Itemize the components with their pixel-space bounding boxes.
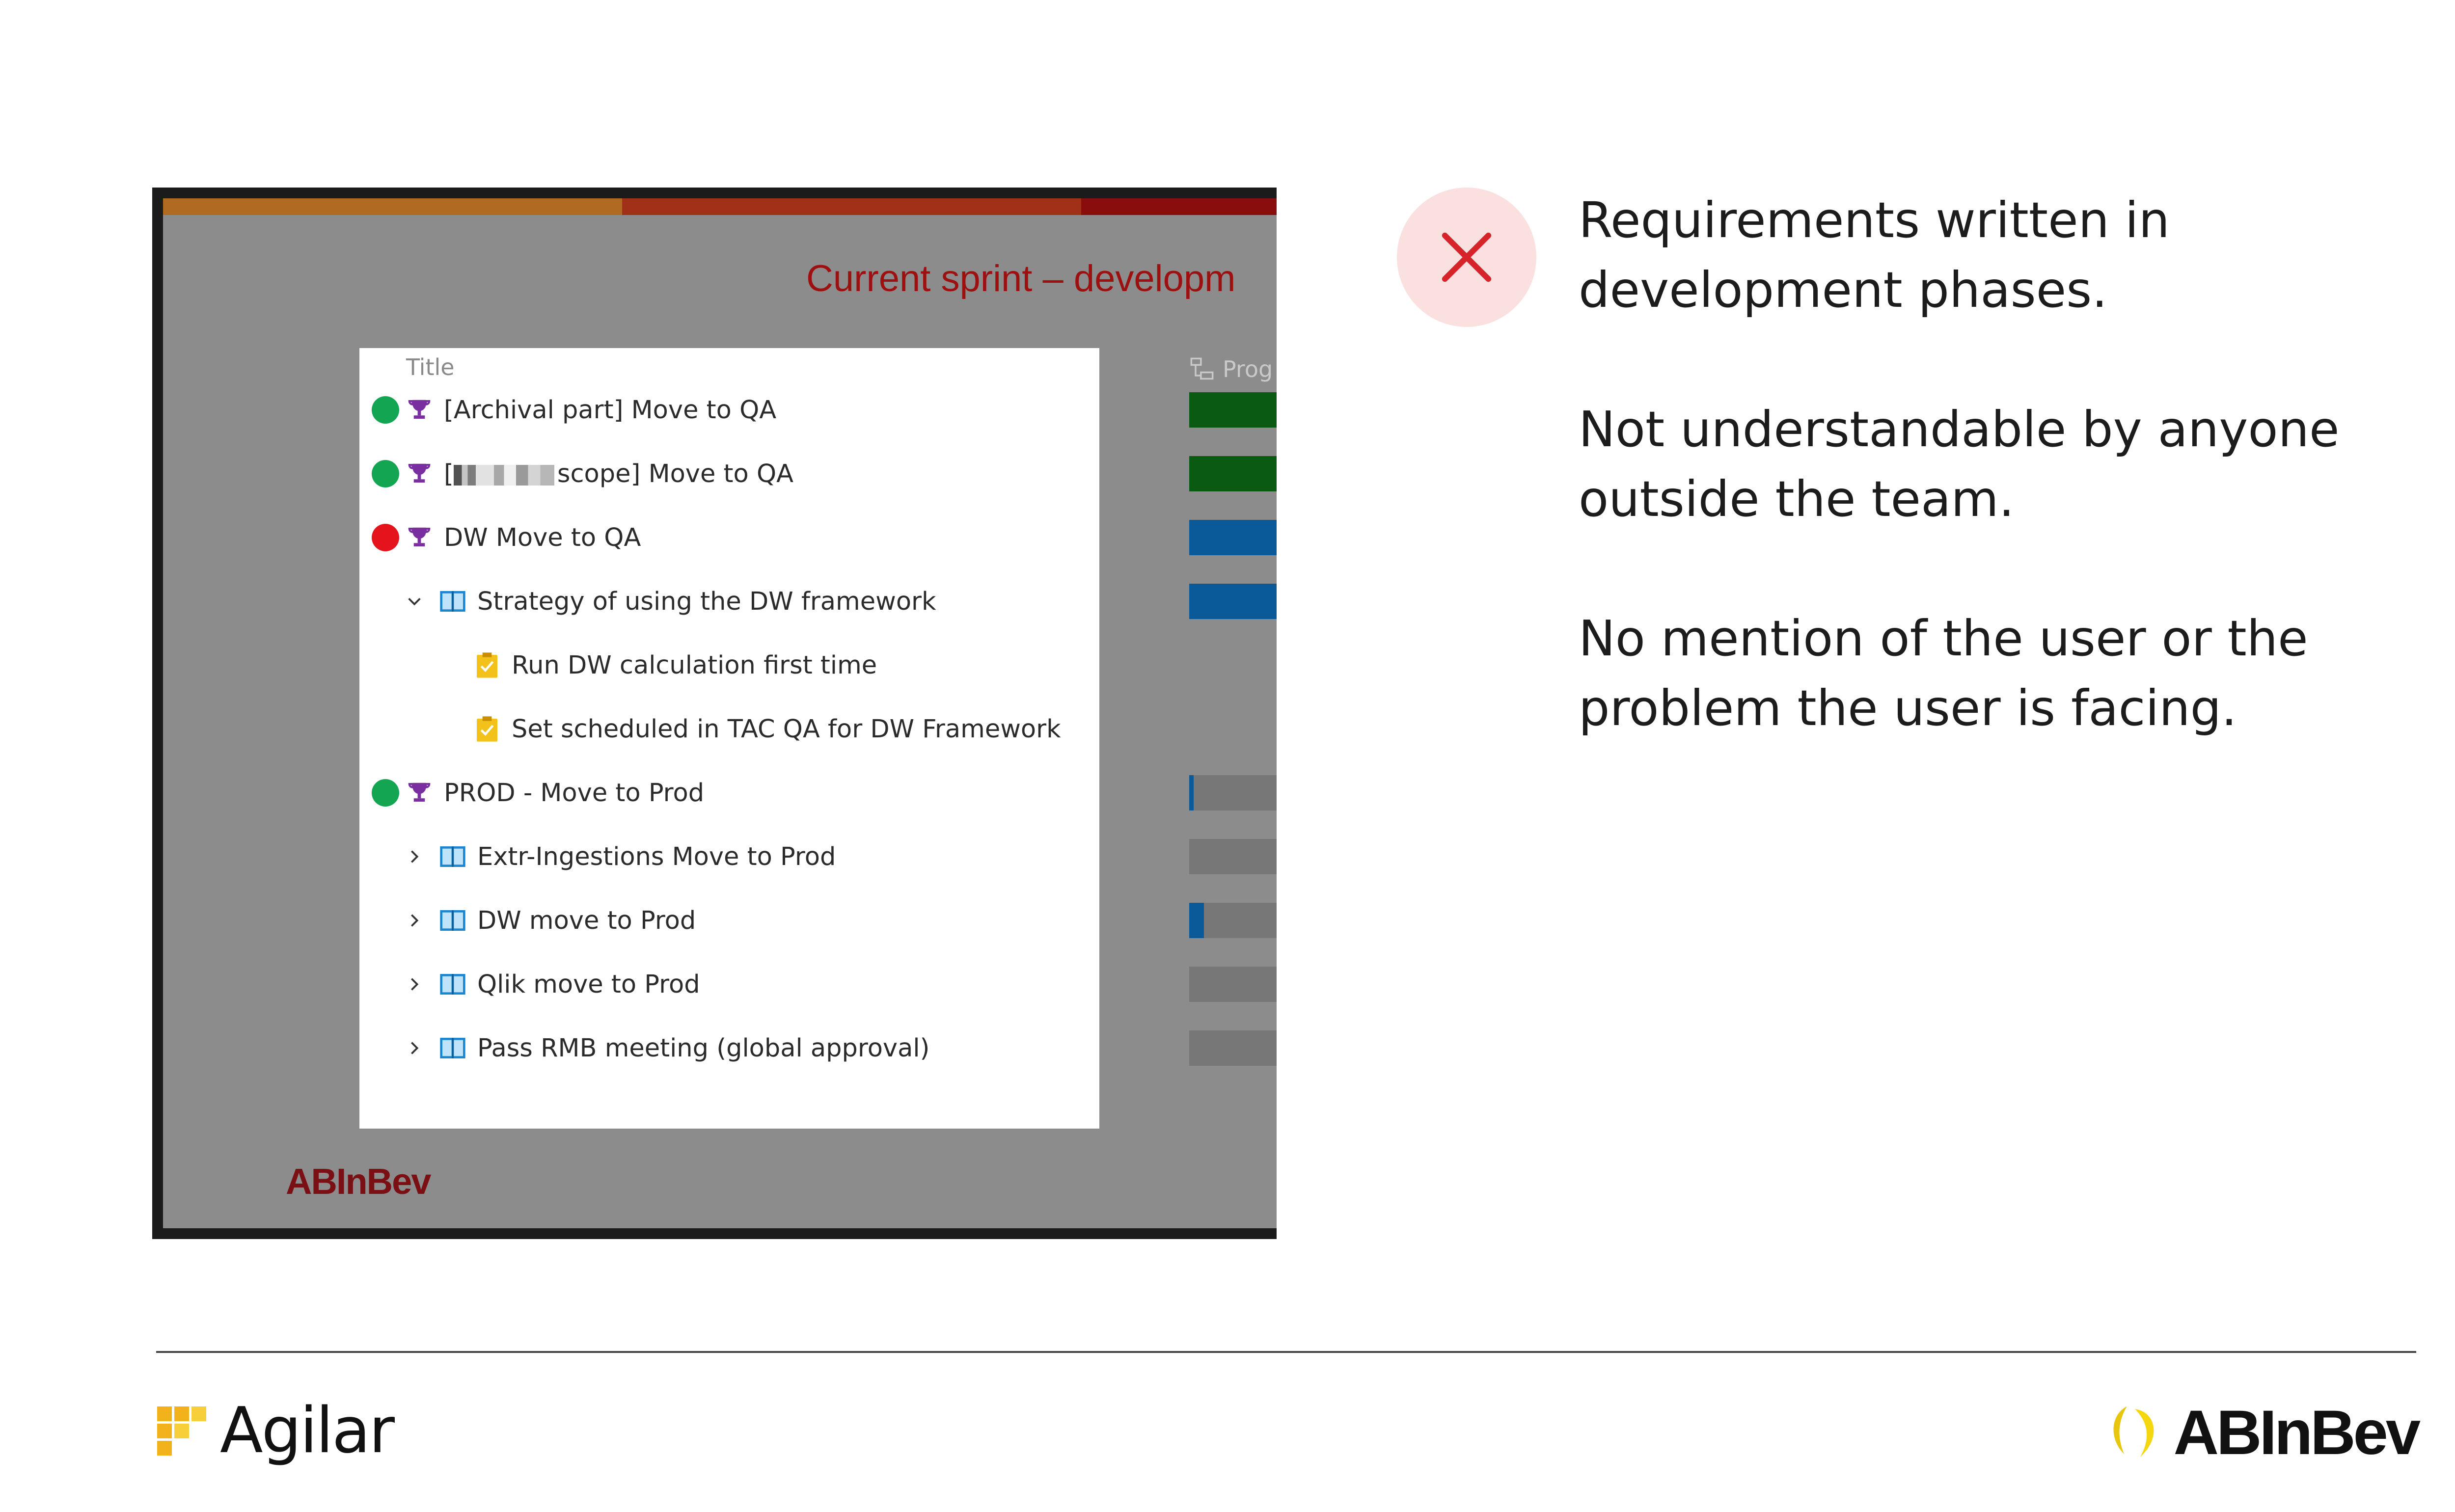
task-clipboard-icon bbox=[472, 714, 502, 744]
chevron-right-icon[interactable] bbox=[405, 911, 424, 930]
backlog-row[interactable]: Set scheduled in TAC QA for DW Framework bbox=[359, 704, 1099, 754]
negative-marker bbox=[1397, 188, 1536, 327]
progress-bar-fill bbox=[1189, 456, 1277, 491]
progress-bar-fill bbox=[1189, 584, 1277, 619]
chevron-right-icon[interactable] bbox=[405, 1038, 424, 1058]
progress-bar bbox=[1189, 967, 1277, 1002]
row-title-text: scope] Move to QA bbox=[557, 459, 793, 488]
backlog-row[interactable]: Pass RMB meeting (global approval) bbox=[359, 1024, 1099, 1073]
critique-points: Requirements written in development phas… bbox=[1579, 186, 2438, 813]
backlog-row-title[interactable]: Set scheduled in TAC QA for DW Framework bbox=[512, 715, 1061, 744]
point-2: Not understandable by anyone outside the… bbox=[1579, 401, 2340, 528]
footer-divider bbox=[156, 1351, 2416, 1353]
trophy-icon bbox=[405, 523, 434, 552]
progress-bar bbox=[1189, 456, 1277, 491]
progress-bar-fill bbox=[1189, 520, 1277, 555]
backlog-row-title[interactable]: [ scope] Move to QA bbox=[444, 459, 793, 488]
backlog-row[interactable]: DW move to Prod bbox=[359, 896, 1099, 945]
progress-column: Prog bbox=[1189, 348, 1277, 1134]
top-bar-segment-orange bbox=[163, 198, 622, 215]
chevron-right-icon[interactable] bbox=[405, 847, 424, 866]
backlog-list-panel: Title [Archival part] Move to QA [ scope] … bbox=[359, 348, 1099, 1129]
progress-column-header[interactable]: Prog bbox=[1189, 356, 1273, 382]
progress-bar-fill bbox=[1189, 775, 1194, 810]
backlog-row-title[interactable]: [Archival part] Move to QA bbox=[444, 396, 776, 425]
point-1: Requirements written in development phas… bbox=[1579, 191, 2170, 319]
book-icon bbox=[438, 842, 467, 871]
abinbev-wordmark: ABInBev bbox=[2173, 1398, 2421, 1468]
progress-bar bbox=[1189, 839, 1277, 874]
backlog-row[interactable]: [ scope] Move to QA bbox=[359, 449, 1099, 498]
status-dot-green bbox=[372, 460, 399, 487]
backlog-row-title[interactable]: DW Move to QA bbox=[444, 523, 641, 552]
progress-header-label: Prog bbox=[1223, 356, 1273, 382]
hierarchy-icon bbox=[1190, 357, 1214, 380]
backlog-row[interactable]: DW Move to QA bbox=[359, 513, 1099, 562]
progress-bar bbox=[1189, 584, 1277, 619]
backlog-row-title[interactable]: Extr-Ingestions Move to Prod bbox=[477, 842, 836, 871]
chevron-right-icon[interactable] bbox=[405, 974, 424, 994]
backlog-row-title[interactable]: Qlik move to Prod bbox=[477, 970, 700, 999]
book-icon bbox=[438, 1033, 467, 1063]
close-icon bbox=[1442, 232, 1492, 282]
top-bar-segment-red bbox=[622, 198, 1081, 215]
task-clipboard-icon bbox=[472, 650, 502, 680]
redacted-text-block bbox=[453, 464, 554, 486]
backlog-row-title[interactable]: Strategy of using the DW framework bbox=[477, 587, 936, 616]
progress-bar-fill bbox=[1189, 392, 1277, 428]
progress-bar bbox=[1189, 903, 1277, 938]
backlog-row[interactable]: Extr-Ingestions Move to Prod bbox=[359, 832, 1099, 881]
backlog-row[interactable]: [Archival part] Move to QA bbox=[359, 385, 1099, 434]
slide-canvas: Current sprint – developm Title [Archiva… bbox=[163, 198, 1277, 1228]
book-icon bbox=[438, 587, 467, 616]
agilar-logo: Agilar bbox=[157, 1394, 395, 1467]
book-icon bbox=[438, 970, 467, 999]
progress-bar-fill bbox=[1189, 903, 1204, 938]
trophy-icon bbox=[405, 778, 434, 808]
progress-bar bbox=[1189, 775, 1277, 810]
backlog-row-title[interactable]: DW move to Prod bbox=[477, 906, 696, 935]
backlog-row[interactable]: PROD - Move to Prod bbox=[359, 768, 1099, 817]
abinbev-mark-icon bbox=[2113, 1406, 2154, 1457]
slide-title: Current sprint – developm bbox=[806, 258, 1236, 299]
backlog-row[interactable]: Strategy of using the DW framework bbox=[359, 577, 1099, 626]
top-bar-segment-darkred bbox=[1081, 198, 1277, 215]
trophy-icon bbox=[405, 395, 434, 425]
progress-bar bbox=[1189, 392, 1277, 428]
progress-bar bbox=[1189, 520, 1277, 555]
redacted-prefix: [ bbox=[444, 459, 454, 488]
sprint-board-screenshot: Current sprint – developm Title [Archiva… bbox=[152, 188, 1277, 1239]
slide-abinbev-logo: ABInBev bbox=[286, 1161, 431, 1202]
backlog-row[interactable]: Qlik move to Prod bbox=[359, 960, 1099, 1009]
agilar-mark-icon bbox=[157, 1406, 206, 1456]
backlog-row[interactable]: Run DW calculation first time bbox=[359, 641, 1099, 690]
title-column-header[interactable]: Title bbox=[406, 354, 455, 380]
backlog-row-title[interactable]: PROD - Move to Prod bbox=[444, 779, 704, 808]
book-icon bbox=[438, 906, 467, 935]
trophy-icon bbox=[405, 459, 434, 488]
agilar-wordmark: Agilar bbox=[220, 1394, 395, 1467]
abinbev-logo: ABInBev bbox=[2103, 1397, 2421, 1469]
color-top-bar bbox=[163, 198, 1277, 215]
status-dot-green bbox=[372, 396, 399, 424]
chevron-down-icon[interactable] bbox=[405, 592, 424, 611]
backlog-row-title[interactable]: Run DW calculation first time bbox=[512, 651, 877, 680]
backlog-row-title[interactable]: Pass RMB meeting (global approval) bbox=[477, 1034, 929, 1063]
status-dot-red bbox=[372, 524, 399, 551]
status-dot-green bbox=[372, 779, 399, 807]
progress-bar bbox=[1189, 1030, 1277, 1066]
point-3: No mention of the user or the problem th… bbox=[1579, 610, 2308, 737]
